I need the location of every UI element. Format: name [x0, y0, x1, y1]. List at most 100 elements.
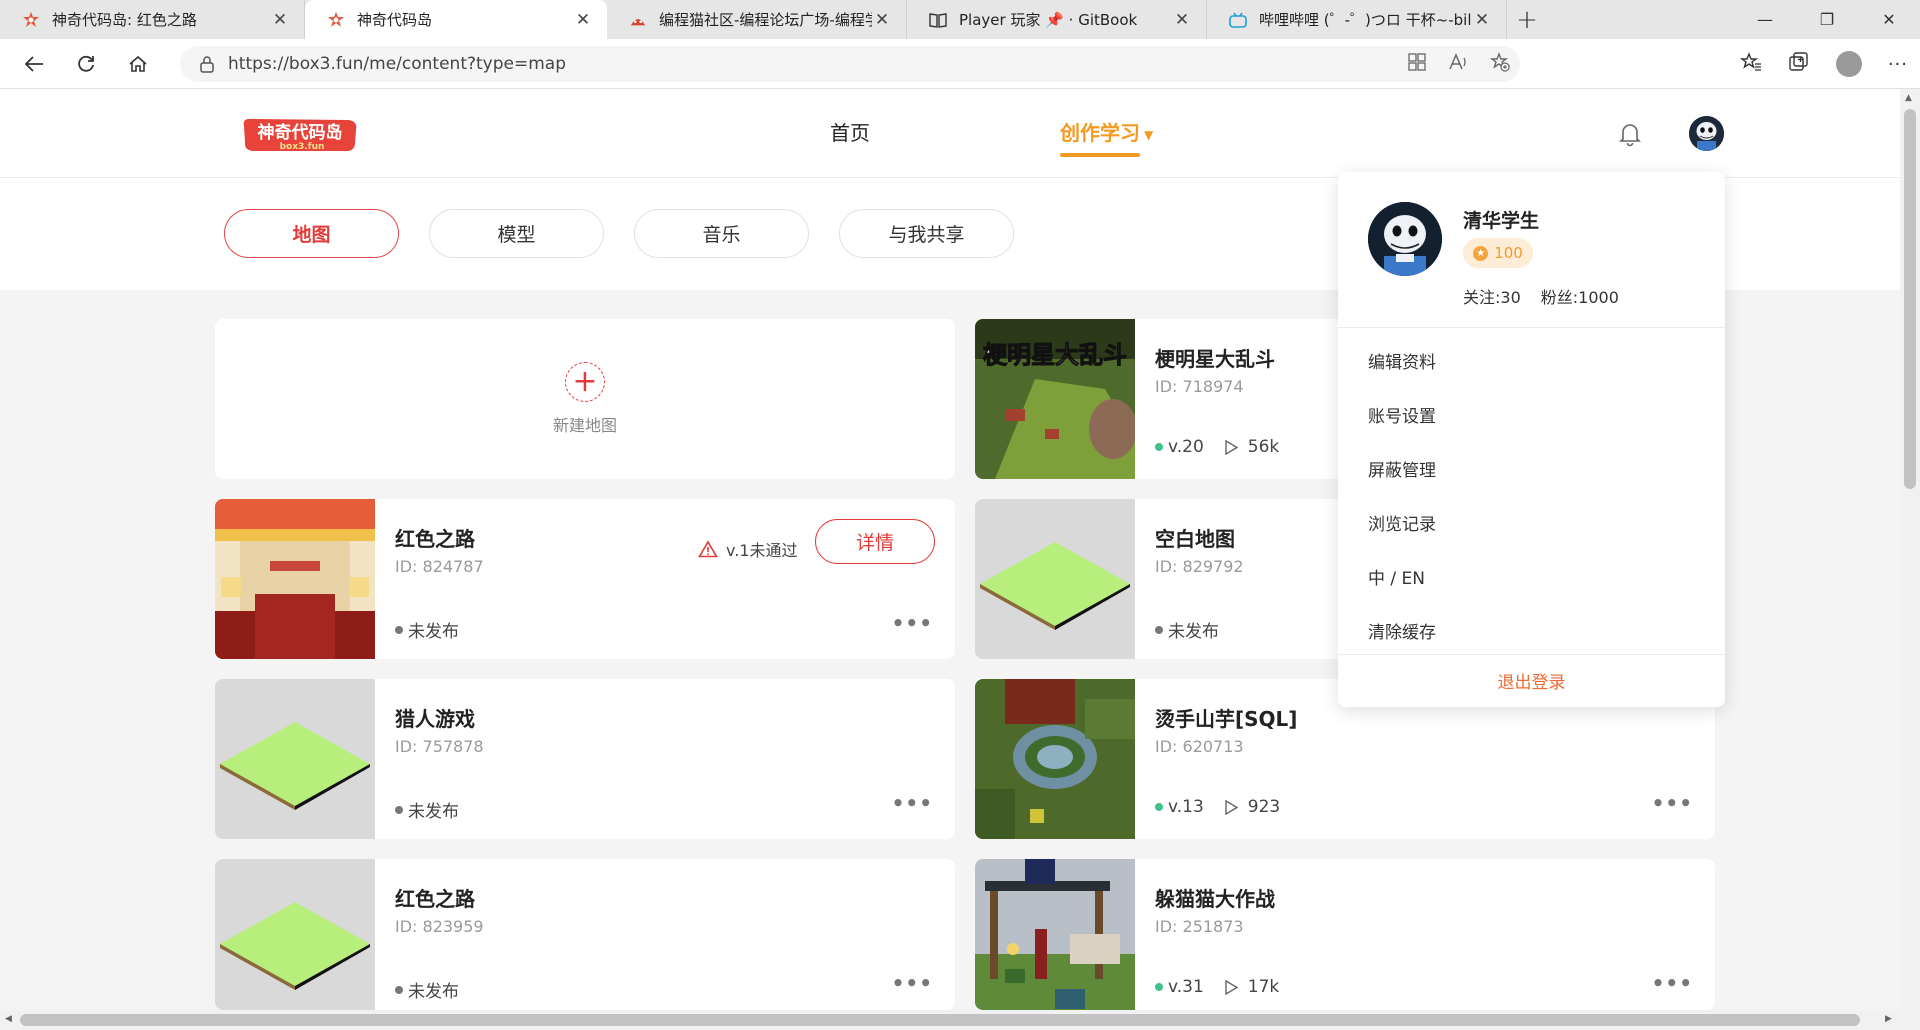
map-title[interactable]: 躲猫猫大作战 — [1155, 883, 1275, 912]
more-options-icon[interactable]: ••• — [1652, 791, 1693, 815]
more-options-icon[interactable]: ••• — [892, 791, 933, 815]
home-icon[interactable] — [112, 39, 164, 89]
map-title[interactable]: 梗明星大乱斗 — [1155, 343, 1275, 372]
lock-icon[interactable] — [200, 55, 214, 73]
tab-music[interactable]: 音乐 — [634, 209, 809, 258]
tab-map[interactable]: 地图 — [224, 209, 399, 258]
tab-model[interactable]: 模型 — [429, 209, 604, 258]
browser-tab-3[interactable]: 编程猫社区-编程论坛广场-编程学 ✕ — [607, 0, 907, 39]
close-icon[interactable]: ✕ — [1172, 10, 1192, 30]
close-icon[interactable]: ✕ — [270, 10, 290, 30]
close-icon[interactable]: ✕ — [872, 10, 892, 30]
browser-tab-3-title: 编程猫社区-编程论坛广场-编程学 — [659, 11, 872, 29]
map-title[interactable]: 红色之路 — [395, 883, 475, 912]
menu-edit-profile[interactable]: 编辑资料 — [1368, 348, 1436, 373]
detail-button[interactable]: 详情 — [815, 519, 935, 564]
map-id: ID: 824787 — [395, 557, 484, 576]
status-dot — [395, 805, 403, 814]
status-text: 未发布 — [408, 982, 459, 1002]
map-status: 未发布 — [1155, 617, 1219, 642]
menu-block-management[interactable]: 屏蔽管理 — [1368, 456, 1436, 481]
status-dot — [1155, 443, 1163, 451]
address-bar: https://box3.fun/me/content?type=map ··· — [0, 39, 1920, 89]
map-title[interactable]: 烫手山芋[SQL] — [1155, 703, 1297, 732]
map-thumbnail[interactable] — [215, 679, 375, 839]
close-icon[interactable]: ✕ — [573, 10, 593, 30]
fans-count[interactable]: 粉丝:1000 — [1541, 284, 1619, 308]
add-favorite-icon[interactable] — [1489, 51, 1510, 77]
new-tab-button[interactable]: + — [1507, 0, 1547, 39]
scroll-up-arrow-icon[interactable]: ▲ — [1905, 93, 1912, 103]
more-options-icon[interactable]: ••• — [892, 611, 933, 635]
horizontal-scroll-thumb[interactable] — [20, 1014, 1860, 1026]
collections-icon[interactable] — [1788, 52, 1810, 76]
map-card[interactable]: 猎人游戏 ID: 757878 未发布 ••• — [215, 679, 955, 839]
codemao-icon — [629, 11, 647, 29]
status-dot — [1155, 625, 1163, 634]
new-map-card[interactable]: + 新建地图 — [215, 319, 955, 479]
map-title[interactable]: 空白地图 — [1155, 523, 1235, 552]
reload-icon[interactable] — [60, 39, 112, 89]
map-thumbnail[interactable] — [215, 859, 375, 1010]
menu-clear-cache[interactable]: 清除缓存 — [1368, 618, 1436, 643]
map-card[interactable]: 躲猫猫大作战 ID: 251873 v.31 17k ••• — [975, 859, 1715, 1010]
box3-logo[interactable]: 神奇代码岛 box3.fun — [240, 114, 360, 156]
scroll-left-arrow-icon[interactable]: ◀ — [5, 1014, 12, 1024]
status-text: 未发布 — [408, 802, 459, 822]
map-title[interactable]: 猎人游戏 — [395, 703, 475, 732]
app-grid-icon[interactable] — [1408, 52, 1426, 76]
status-dot — [395, 625, 403, 634]
play-count: 923 — [1247, 797, 1281, 817]
map-card[interactable]: 红色之路 ID: 823959 未发布 ••• — [215, 859, 955, 1010]
map-thumbnail[interactable]: 梗明星大乱斗 — [975, 319, 1135, 479]
close-icon[interactable]: ✕ — [1472, 10, 1492, 30]
browser-tab-2[interactable]: 神奇代码岛 ✕ — [305, 0, 607, 39]
window-close-icon[interactable]: ✕ — [1858, 0, 1920, 39]
vertical-scrollbar[interactable]: ▲ — [1900, 89, 1920, 1030]
url-text[interactable]: https://box3.fun/me/content?type=map — [228, 54, 566, 74]
logout-button[interactable]: 退出登录 — [1338, 668, 1725, 693]
book-icon — [929, 11, 947, 29]
map-id: ID: 620713 — [1155, 737, 1244, 756]
favorites-icon[interactable] — [1739, 52, 1762, 76]
toolbar-right: ··· — [1739, 39, 1908, 89]
bell-icon[interactable] — [1618, 121, 1642, 151]
dropdown-avatar[interactable] — [1368, 202, 1442, 276]
map-card[interactable]: 红色之路 ID: 824787 v.1未通过 详情 未发布 ••• — [215, 499, 955, 659]
horizontal-scrollbar[interactable]: ◀ ▶ — [0, 1010, 1900, 1030]
scroll-right-arrow-icon[interactable]: ▶ — [1885, 1014, 1892, 1024]
menu-account-settings[interactable]: 账号设置 — [1368, 402, 1436, 427]
more-options-icon[interactable]: ••• — [892, 971, 933, 995]
profile-avatar-icon[interactable] — [1835, 51, 1862, 77]
map-title[interactable]: 红色之路 — [395, 523, 475, 552]
url-field[interactable]: https://box3.fun/me/content?type=map — [180, 46, 1520, 82]
map-thumbnail[interactable] — [975, 859, 1135, 1010]
follow-stats: 关注:30 粉丝:1000 — [1463, 284, 1619, 308]
following-count[interactable]: 关注:30 — [1463, 284, 1521, 308]
play-count-icon — [1224, 799, 1238, 815]
map-thumbnail[interactable] — [215, 499, 375, 659]
more-options-icon[interactable]: ••• — [1652, 971, 1693, 995]
user-avatar[interactable] — [1689, 116, 1724, 151]
browser-tab-1[interactable]: 神奇代码岛: 红色之路 ✕ — [0, 0, 305, 39]
status-dot — [395, 985, 403, 994]
menu-browse-history[interactable]: 浏览记录 — [1368, 510, 1436, 535]
menu-language-toggle[interactable]: 中 / EN — [1368, 564, 1425, 589]
restore-icon[interactable]: ❐ — [1796, 0, 1858, 39]
map-thumbnail[interactable] — [975, 679, 1135, 839]
nav-create-learn[interactable]: 创作学习 ▼ — [1060, 117, 1153, 157]
browser-tab-4[interactable]: Player 玩家 📌 · GitBook ✕ — [907, 0, 1207, 39]
play-count-icon — [1224, 979, 1238, 995]
status-dot — [1155, 803, 1163, 811]
minimize-icon[interactable]: — — [1734, 0, 1796, 39]
more-options-icon[interactable]: ··· — [1888, 54, 1908, 75]
browser-tab-5[interactable]: 哔哩哔哩 (゜-゜)つロ 干杯~-bilibili ✕ — [1207, 0, 1507, 39]
map-thumbnail[interactable] — [975, 499, 1135, 659]
coin-count: 100 — [1494, 244, 1523, 262]
back-arrow-icon[interactable] — [8, 39, 60, 89]
plus-icon[interactable]: + — [565, 362, 605, 402]
vertical-scroll-thumb[interactable] — [1904, 109, 1916, 489]
nav-home-link[interactable]: 首页 — [830, 117, 870, 146]
read-aloud-icon[interactable] — [1448, 52, 1468, 76]
tab-shared-with-me[interactable]: 与我共享 — [839, 209, 1014, 258]
